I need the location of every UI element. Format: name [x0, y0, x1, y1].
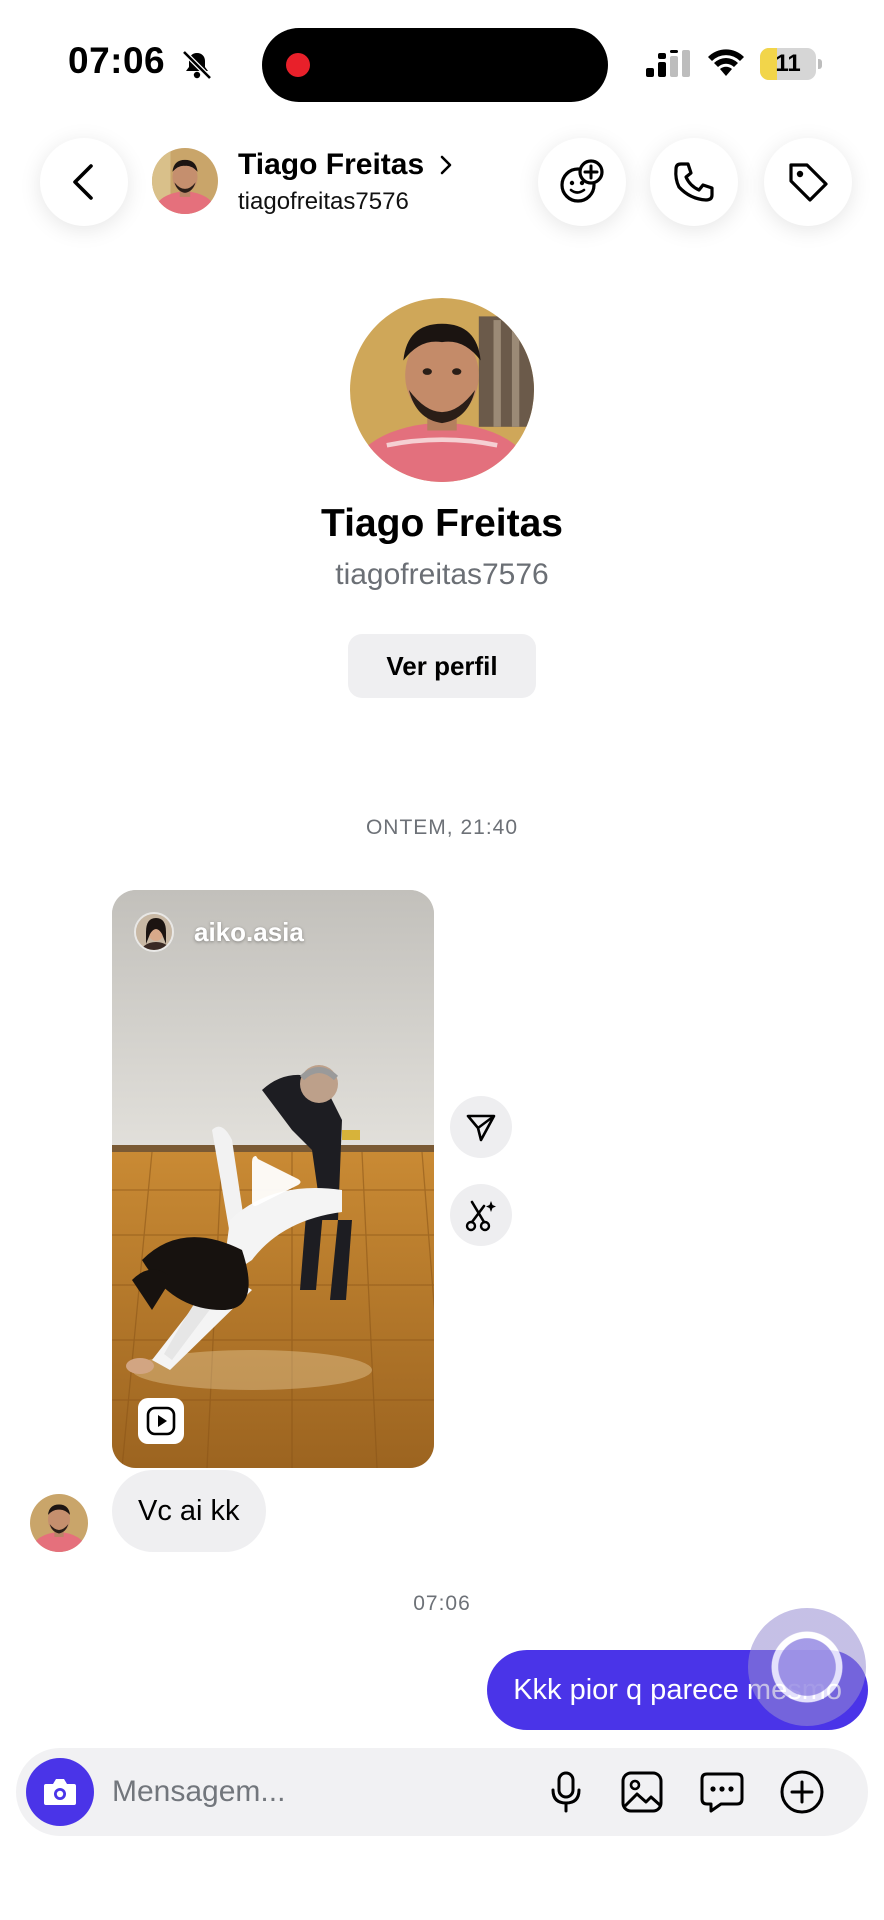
battery-icon: 11	[760, 48, 822, 80]
view-profile-button[interactable]: Ver perfil	[348, 634, 536, 698]
effects-button[interactable]	[538, 138, 626, 226]
reel-author[interactable]: aiko.asia	[134, 912, 304, 952]
header-username[interactable]: tiagofreitas7576	[238, 188, 409, 216]
header-avatar[interactable]	[152, 148, 218, 214]
sender-avatar[interactable]	[30, 1494, 88, 1552]
share-button[interactable]	[450, 1096, 512, 1158]
audio-call-button[interactable]	[650, 138, 738, 226]
profile-name: Tiago Freitas	[320, 502, 564, 545]
share-icon	[466, 1114, 496, 1142]
header-title[interactable]: Tiago Freitas	[238, 148, 454, 182]
chevron-right-icon	[440, 155, 452, 175]
touch-indicator	[748, 1608, 866, 1726]
wifi-icon	[708, 49, 744, 76]
battery-level: 11	[775, 50, 801, 77]
message-composer	[16, 1748, 868, 1836]
header-name[interactable]: Tiago Freitas	[238, 148, 424, 182]
status-bar: 07:06 11	[0, 0, 884, 120]
chat-header: Tiago Freitas tiagofreitas7576	[0, 130, 884, 240]
remix-button[interactable]	[450, 1184, 512, 1246]
reel-icon	[138, 1398, 184, 1444]
back-arrow-icon	[73, 164, 93, 200]
microphone-icon	[551, 1771, 581, 1813]
plus-icon	[780, 1770, 824, 1814]
status-time: 07:06	[68, 40, 166, 81]
play-icon[interactable]	[248, 1152, 304, 1212]
recording-indicator	[286, 53, 310, 77]
message-timestamp: 07:06	[413, 1592, 471, 1615]
profile-username: tiagofreitas7576	[335, 558, 549, 591]
reel-author-name: aiko.asia	[194, 916, 304, 947]
tag-button[interactable]	[764, 138, 852, 226]
camera-icon	[44, 1779, 76, 1805]
signal-icon	[646, 50, 690, 77]
gallery-icon	[621, 1771, 663, 1813]
message-input[interactable]	[112, 1768, 412, 1816]
sticker-icon	[700, 1772, 744, 1813]
incoming-message[interactable]: Vc ai kk	[112, 1470, 266, 1552]
shared-reel[interactable]: aiko.asia	[112, 890, 434, 1468]
profile-avatar[interactable]	[350, 298, 534, 482]
more-options-button[interactable]	[778, 1768, 826, 1816]
camera-button[interactable]	[26, 1758, 94, 1826]
bell-slash-icon	[182, 50, 212, 80]
phone-icon	[674, 162, 714, 202]
voice-message-button[interactable]	[542, 1768, 590, 1816]
message-timestamp: ONTEM, 21:40	[365, 816, 519, 839]
dynamic-island	[262, 28, 608, 102]
tag-icon	[789, 163, 828, 202]
effects-icon	[560, 159, 604, 203]
gallery-button[interactable]	[618, 1768, 666, 1816]
back-button[interactable]	[40, 138, 128, 226]
sticker-button[interactable]	[698, 1768, 746, 1816]
reel-author-avatar	[134, 912, 174, 952]
remix-icon	[465, 1200, 496, 1232]
